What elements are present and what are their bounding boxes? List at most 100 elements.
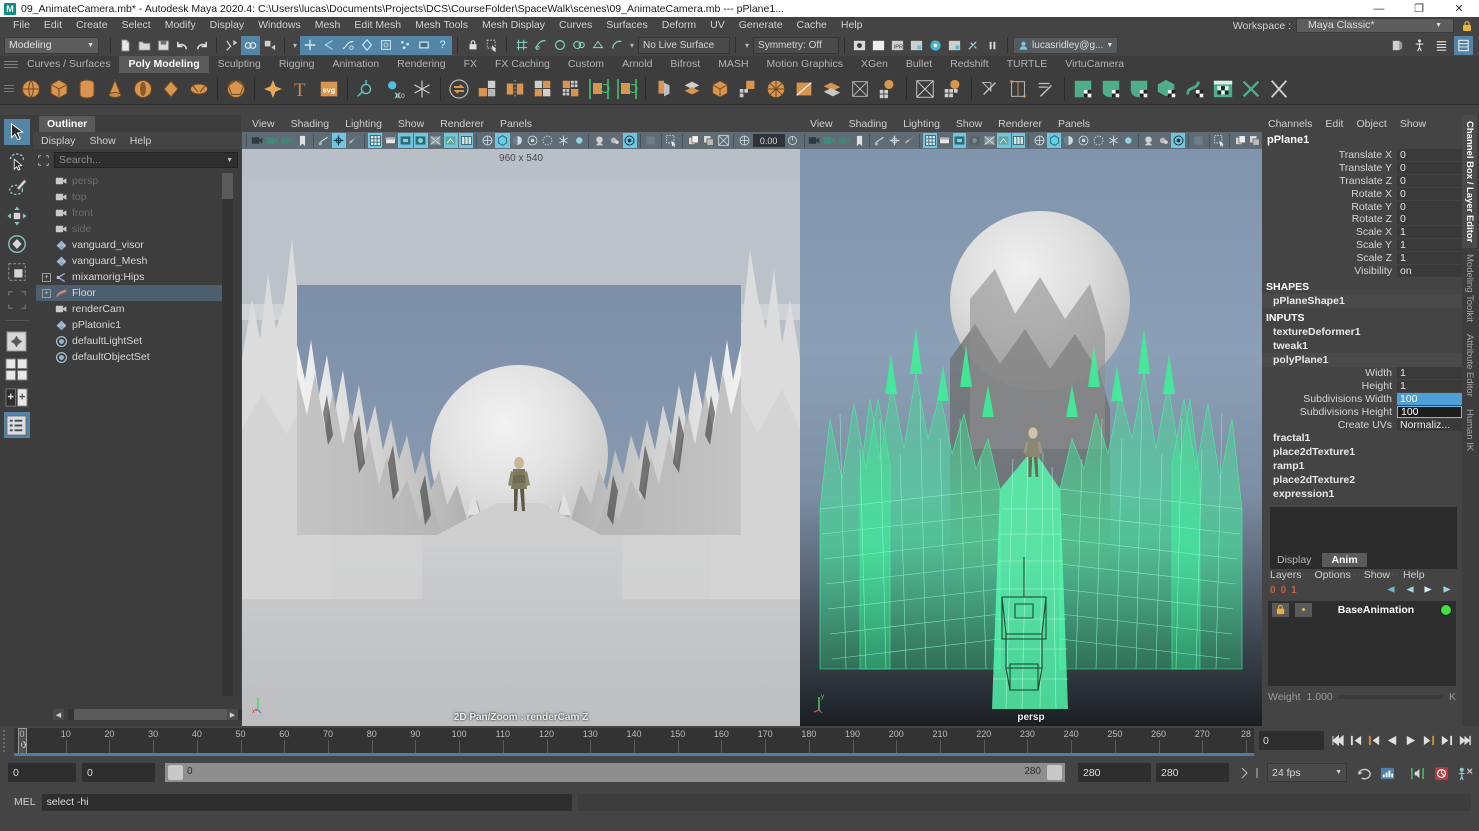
outliner-tree[interactable]: persptopfrontsidevanguard_visorvanguard_… [36, 173, 227, 696]
shelf-tab-poly-modeling[interactable]: Poly Modeling [119, 56, 208, 73]
attribute-value-field[interactable]: 0 [1397, 188, 1462, 200]
render-current-frame-icon[interactable] [850, 36, 869, 55]
weight-slider[interactable] [1339, 695, 1443, 699]
paint-weights-icon[interactable] [940, 76, 966, 102]
channel-width[interactable]: Width1 [1262, 367, 1462, 380]
shelf-tab-sculpting[interactable]: Sculpting [209, 56, 270, 73]
create-empty-layer-count[interactable]: 0 [1270, 585, 1276, 596]
camera-attributes-icon[interactable] [823, 133, 837, 148]
poly-cylinder-icon[interactable] [74, 76, 100, 102]
range-start-handle[interactable] [168, 765, 183, 780]
uv-sphere-icon[interactable] [1126, 76, 1152, 102]
poly-torus-icon[interactable] [130, 76, 156, 102]
outliner-item-persp[interactable]: persp [36, 173, 227, 189]
fill-hole-icon[interactable] [819, 76, 845, 102]
shelf-tab-bifrost[interactable]: Bifrost [661, 56, 709, 73]
toggle-hardware-icon[interactable] [964, 36, 983, 55]
menu-item-surfaces[interactable]: Surfaces [599, 17, 654, 34]
snap-value-field[interactable]: 0.00 [753, 134, 785, 147]
grid-snap-icon[interactable] [737, 133, 751, 148]
use-default-material-icon[interactable] [967, 133, 981, 148]
command-language-label[interactable]: MEL [14, 796, 36, 808]
two-d-pan-zoom-icon[interactable] [888, 133, 902, 148]
time-slider-grip[interactable] [3, 730, 5, 752]
mask-rendering-icon[interactable] [414, 36, 433, 55]
viewport-select-icon[interactable] [1213, 133, 1227, 148]
snap-to-view-plane-icon[interactable] [588, 36, 607, 55]
input-node-place2dtexture1[interactable]: place2dTexture1 [1262, 445, 1462, 459]
chevron-down-icon[interactable]: ▾ [626, 41, 638, 50]
viewport-right-canvas[interactable]: y persp [800, 149, 1262, 726]
outliner-item-top[interactable]: top [36, 189, 227, 205]
outliner-menu-display[interactable]: Display [41, 135, 89, 147]
outliner-menu-help[interactable]: Help [130, 135, 166, 147]
channel-scale-z[interactable]: Scale Z1 [1262, 251, 1462, 264]
mask-handles-icon[interactable] [300, 36, 319, 55]
channel-create-uvs[interactable]: Create UVsNormaliz... [1262, 418, 1462, 431]
input-node-ramp1[interactable]: ramp1 [1262, 459, 1462, 473]
playback-speed-dropdown[interactable]: 24 fps ▼ [1267, 763, 1347, 782]
menu-item-file[interactable]: File [6, 17, 37, 34]
cb-menu-channels[interactable]: Channels [1268, 118, 1325, 130]
scroll-right-arrow-icon[interactable]: ▶ [227, 709, 238, 720]
select-camera-icon[interactable] [250, 133, 264, 148]
channel-rotate-y[interactable]: Rotate Y0 [1262, 200, 1462, 213]
save-scene-icon[interactable] [154, 36, 173, 55]
vp-right-menu-panels[interactable]: Panels [1058, 118, 1106, 130]
last-tool-used-icon[interactable] [4, 287, 30, 313]
attribute-value-field[interactable]: 0 [1397, 201, 1462, 213]
outliner-menu-show[interactable]: Show [89, 135, 129, 147]
attribute-value-field[interactable]: 1 [1397, 226, 1462, 238]
ipr-render-icon[interactable] [869, 36, 888, 55]
attribute-value-field[interactable]: 0 [1397, 175, 1462, 187]
texture-border-icon[interactable] [1012, 133, 1026, 148]
shelf-tab-virtucamera[interactable]: VirtuCamera [1056, 56, 1133, 73]
panel-tear-off-icon[interactable] [701, 133, 715, 148]
attribute-value-field[interactable]: 1 [1397, 252, 1462, 264]
mask-deformers-icon[interactable] [376, 36, 395, 55]
range-slider-track[interactable]: 0 280 [165, 763, 1065, 782]
render-view-icon[interactable] [945, 36, 964, 55]
anim-end-field[interactable]: 280 [1078, 763, 1151, 782]
uv-editor-icon[interactable] [1210, 76, 1236, 102]
time-ruler[interactable]: 0 01020304050607080901001101201301401501… [14, 728, 1254, 755]
anim-start-field[interactable]: 0 [82, 763, 155, 782]
multicut-icon[interactable] [791, 76, 817, 102]
channel-visibility[interactable]: Visibilityon [1262, 264, 1462, 277]
bookmark-camera-icon[interactable] [280, 133, 294, 148]
attribute-value-field[interactable]: 0 [1397, 149, 1462, 161]
panel-copy-icon[interactable] [1233, 133, 1247, 148]
x-ray-joints-icon[interactable] [997, 133, 1011, 148]
minimize-button[interactable]: — [1359, 0, 1399, 17]
panel-copy-icon[interactable] [686, 133, 700, 148]
open-scene-icon[interactable] [135, 36, 154, 55]
outliner-item-defaultobjectset[interactable]: defaultObjectSet [36, 349, 227, 365]
command-output-field[interactable] [578, 794, 1471, 811]
character-set-icon[interactable] [1456, 764, 1474, 782]
attribute-value-field[interactable]: 100 [1397, 393, 1462, 405]
vp-left-menu-panels[interactable]: Panels [500, 118, 548, 130]
input-node-fractal1[interactable]: fractal1 [1262, 431, 1462, 445]
sculpt-geometry-icon[interactable] [912, 76, 938, 102]
shape-node-pplaneshape1[interactable]: pPlaneShape1 [1262, 294, 1462, 308]
poly-platonic-solid-icon[interactable] [223, 76, 249, 102]
outliner-item-rendercam[interactable]: renderCam [36, 301, 227, 317]
show-hide-channel-box-icon[interactable] [1454, 36, 1473, 55]
loop-icon[interactable] [1355, 764, 1373, 782]
vp-left-menu-renderer[interactable]: Renderer [440, 118, 500, 130]
lock-selection-icon[interactable] [463, 36, 482, 55]
menu-item-mesh-tools[interactable]: Mesh Tools [408, 17, 475, 34]
grease-pencil-icon[interactable] [902, 133, 916, 148]
shelf-tab-fx[interactable]: FX [455, 56, 486, 73]
range-end-handle[interactable] [1047, 765, 1062, 780]
scrollbar-thumb[interactable] [74, 709, 230, 720]
extrude-icon[interactable] [651, 76, 677, 102]
select-tool-icon[interactable] [4, 119, 30, 145]
scroll-left-arrow-icon[interactable]: ◀ [53, 709, 64, 720]
menu-item-windows[interactable]: Windows [251, 17, 308, 34]
image-plane-icon[interactable] [873, 133, 887, 148]
outliner-vertical-scrollbar[interactable] [222, 173, 233, 696]
outliner-item-front[interactable]: front [36, 205, 227, 221]
menu-item-deform[interactable]: Deform [655, 17, 703, 34]
input-node-texturedeformer1[interactable]: textureDeformer1 [1262, 325, 1462, 339]
